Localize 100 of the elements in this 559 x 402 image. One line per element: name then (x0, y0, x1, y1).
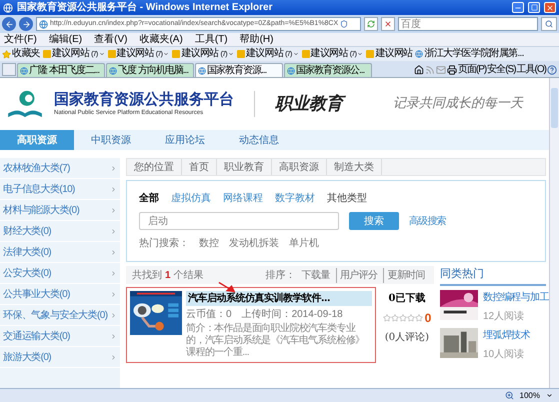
category-item[interactable]: 财经大类(0) (0, 221, 120, 242)
home-icon[interactable] (414, 65, 424, 75)
bing-icon (236, 50, 245, 58)
nav-tab[interactable]: 应用论坛 (148, 130, 222, 150)
category-item[interactable]: 公安大类(0) (0, 263, 120, 284)
zoom-icon (504, 391, 514, 400)
bing-icon (42, 50, 51, 58)
caret-icon[interactable] (546, 392, 553, 399)
bing-icon (108, 50, 116, 58)
breadcrumb-item[interactable]: 高职资源 (272, 159, 327, 175)
sort-option[interactable]: 更新时间 (383, 268, 428, 282)
nav-tab[interactable]: 高职资源 (0, 130, 74, 150)
category-item[interactable]: 旅游大类(0) (0, 347, 120, 368)
search-button[interactable] (541, 17, 557, 31)
type-tab[interactable]: 网络课程 (223, 191, 263, 206)
chevron-icon (110, 186, 117, 192)
browser-icon (3, 2, 13, 12)
menu-item[interactable]: 文件(F) (4, 34, 37, 44)
forward-arrow-icon (22, 20, 30, 28)
chevron-icon (110, 164, 117, 172)
breadcrumb-item[interactable]: 首页 (182, 159, 217, 175)
hot-search-term[interactable]: 单片机 (289, 236, 319, 251)
category-item[interactable]: 公共事业大类(0) (0, 284, 120, 305)
scroll-thumb[interactable] (551, 88, 558, 128)
sort-option[interactable]: 用户评分 (336, 268, 380, 282)
slogan: 记录共同成长的每一天 (393, 95, 523, 114)
close-icon (546, 4, 554, 12)
back-button[interactable] (2, 17, 16, 31)
category-item[interactable]: 电子信息大类(10) (0, 179, 120, 200)
caret-icon (228, 51, 234, 57)
results-suffix: 个结果 (174, 268, 204, 282)
window-title: 国家教育资源公共服务平台 - Windows Internet Explorer (17, 0, 274, 15)
category-item[interactable]: 交通运输大类(0) (0, 326, 120, 347)
hot-search-term[interactable]: 发动机拆装 (229, 236, 279, 251)
results-count: 1 (165, 268, 171, 282)
zoom-level[interactable]: 100% (520, 390, 540, 402)
caret-icon (357, 51, 364, 57)
browser-tab[interactable]: 飞度 方向机电脑... (106, 63, 194, 77)
command-menu[interactable]: 安全(S) (487, 65, 516, 75)
close-button[interactable] (544, 2, 556, 13)
hot-search-term[interactable]: 数控 (199, 236, 219, 251)
browser-tab[interactable]: 国家教育资源公... (284, 63, 372, 77)
hot-item-title[interactable]: 埋弧焊技术 (483, 328, 530, 342)
menu-item[interactable]: 查看(V) (94, 34, 128, 44)
rating-score: 0 (424, 310, 432, 327)
quick-tabs-button[interactable] (2, 63, 16, 76)
menu-item[interactable]: 工具(T) (194, 34, 228, 44)
browser-tab[interactable]: 国家教育资源... (195, 63, 283, 77)
command-menu[interactable]: 页面(P) (458, 65, 486, 75)
result-title[interactable]: 汽车启动系统仿真实训教学软件... (186, 291, 372, 306)
page-icon (198, 66, 206, 74)
shield-icon (340, 20, 348, 28)
nav-tab[interactable]: 中职资源 (74, 130, 148, 150)
search-submit-button[interactable]: 搜索 (349, 212, 399, 230)
nav-tab[interactable]: 动态信息 (222, 130, 296, 150)
menu-item[interactable]: 收藏夹(A) (139, 34, 183, 44)
breadcrumb-item[interactable]: 职业教育 (217, 159, 272, 175)
star-icon (2, 50, 11, 58)
menu-item[interactable]: 编辑(E) (48, 34, 82, 44)
type-tab[interactable]: 全部 (139, 191, 159, 206)
chevron-icon (110, 332, 117, 340)
favorite-link[interactable]: 建议网站 (366, 49, 412, 59)
chevron-icon (110, 206, 117, 214)
type-tab[interactable]: 其他类型 (327, 191, 367, 206)
chevron-icon (110, 270, 117, 276)
refresh-button[interactable] (364, 17, 378, 31)
bing-icon (366, 50, 374, 58)
maximize-icon (530, 4, 538, 11)
category-item[interactable]: 农林牧渔大类(7) (0, 158, 120, 179)
category-item[interactable]: 环保、气象与安全大类(0) (0, 305, 120, 326)
favorite-link[interactable]: 浙江大学医学院附属第... (415, 49, 524, 59)
scrollbar[interactable] (549, 78, 559, 388)
help-icon[interactable] (547, 65, 557, 75)
back-arrow-icon (4, 20, 14, 28)
menu-item[interactable]: 帮助(H) (240, 34, 274, 44)
bing-icon (172, 50, 180, 58)
type-tab[interactable]: 虚拟仿真 (171, 191, 211, 206)
read-count: 10人阅读 (483, 348, 526, 362)
arrow-icon (218, 281, 236, 293)
favorites-button[interactable]: 收藏夹 (2, 49, 40, 59)
print-icon[interactable] (446, 65, 457, 75)
search-field[interactable]: 百度 (398, 17, 538, 31)
minimize-button[interactable] (512, 2, 524, 13)
stop-icon (384, 20, 392, 28)
maximize-button[interactable] (528, 2, 540, 13)
category-item[interactable]: 材料与能源大类(0) (0, 200, 120, 221)
search-input[interactable]: 启动 (139, 212, 339, 230)
sort-option[interactable]: 下载量 (298, 268, 333, 282)
caret-icon (98, 51, 105, 57)
browser-tab[interactable]: 广隆 本田飞度二... (17, 63, 105, 77)
forward-button[interactable] (19, 17, 33, 31)
advanced-search-link[interactable]: 高级搜索 (409, 214, 446, 228)
page-icon (287, 66, 295, 74)
chevron-icon (110, 312, 117, 318)
type-tab[interactable]: 数字教材 (275, 191, 315, 206)
category-item[interactable]: 法律大类(0) (0, 242, 120, 263)
breadcrumb-item[interactable]: 制造大类 (327, 159, 382, 175)
command-menu[interactable]: 工具(O) (516, 65, 546, 75)
hot-title: 同类热门 (440, 266, 546, 286)
stop-button[interactable] (381, 17, 395, 31)
